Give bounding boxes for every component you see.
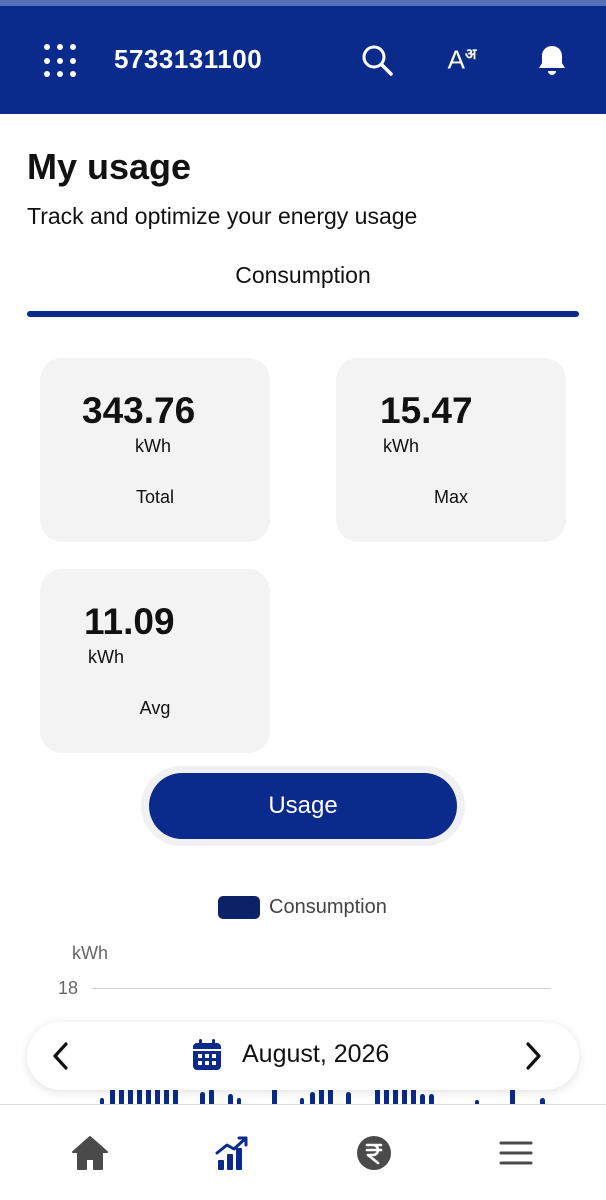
avg-label: Avg	[139, 698, 171, 718]
chart-bar	[146, 1088, 151, 1105]
max-card: 15.47 kWh Max	[336, 358, 566, 542]
chart-bar	[411, 1088, 416, 1105]
chart-bar	[209, 1089, 214, 1105]
tab-active-indicator	[27, 311, 579, 317]
chart-bar	[173, 1088, 178, 1105]
chart-bar	[384, 1088, 389, 1105]
top-app-bar: 5733131100 Aअ	[0, 0, 606, 114]
usage-button[interactable]: Usage	[149, 773, 457, 839]
apps-grid-icon[interactable]	[44, 44, 78, 78]
max-label: Max	[433, 487, 468, 507]
chart-bar	[128, 1088, 133, 1105]
search-icon[interactable]	[357, 40, 397, 80]
notification-bell-icon[interactable]	[532, 40, 572, 80]
chart-bar	[164, 1088, 169, 1105]
chart-gridline	[92, 988, 551, 989]
y-axis-tick: 18	[58, 978, 79, 998]
legend-label: Consumption	[269, 896, 387, 918]
legend-swatch	[218, 896, 260, 919]
max-unit: kWh	[383, 436, 419, 456]
chart-legend: Consumption	[218, 896, 387, 919]
chart-bar	[110, 1088, 115, 1105]
month-selector: August, 2026	[27, 1022, 579, 1090]
chart-bar	[393, 1088, 398, 1105]
chart-bar	[319, 1088, 324, 1105]
avg-value: 11.09	[84, 601, 175, 642]
total-value: 343.76	[82, 390, 196, 431]
usage-chart-icon[interactable]	[210, 1131, 254, 1175]
usage-button-container: Usage	[141, 766, 465, 846]
chart-bar	[137, 1088, 142, 1105]
status-strip	[0, 0, 606, 6]
rupee-payment-icon[interactable]	[352, 1131, 396, 1175]
chart-bar	[119, 1088, 124, 1105]
chart-bar	[402, 1088, 407, 1105]
chart-bar	[272, 1088, 277, 1105]
avg-card: 11.09 kWh Avg	[40, 569, 270, 753]
chart-bar	[510, 1088, 515, 1105]
total-card: 343.76 kWh Total	[40, 358, 270, 542]
page-subtitle: Track and optimize your energy usage	[27, 203, 418, 229]
chevron-right-icon[interactable]	[513, 1036, 553, 1076]
tab-consumption[interactable]: Consumption	[27, 262, 579, 289]
bottom-navigation	[0, 1104, 606, 1200]
chart-bar	[155, 1088, 160, 1105]
total-unit: kWh	[135, 436, 171, 456]
avg-unit: kWh	[88, 647, 124, 667]
page-title: My usage	[27, 146, 192, 187]
menu-icon[interactable]	[494, 1131, 538, 1175]
chevron-left-icon[interactable]	[41, 1036, 81, 1076]
total-label: Total	[135, 487, 175, 507]
chart-bar	[328, 1088, 333, 1105]
language-label: Aअ	[447, 44, 477, 75]
month-label[interactable]: August, 2026	[242, 1040, 389, 1069]
chart-bar	[375, 1088, 380, 1105]
home-icon[interactable]	[68, 1131, 112, 1175]
y-axis-unit: kWh	[72, 943, 108, 963]
calendar-icon[interactable]	[191, 1038, 223, 1077]
max-value: 15.47	[380, 390, 473, 431]
language-icon[interactable]: Aअ	[442, 40, 482, 80]
account-number[interactable]: 5733131100	[114, 44, 262, 75]
